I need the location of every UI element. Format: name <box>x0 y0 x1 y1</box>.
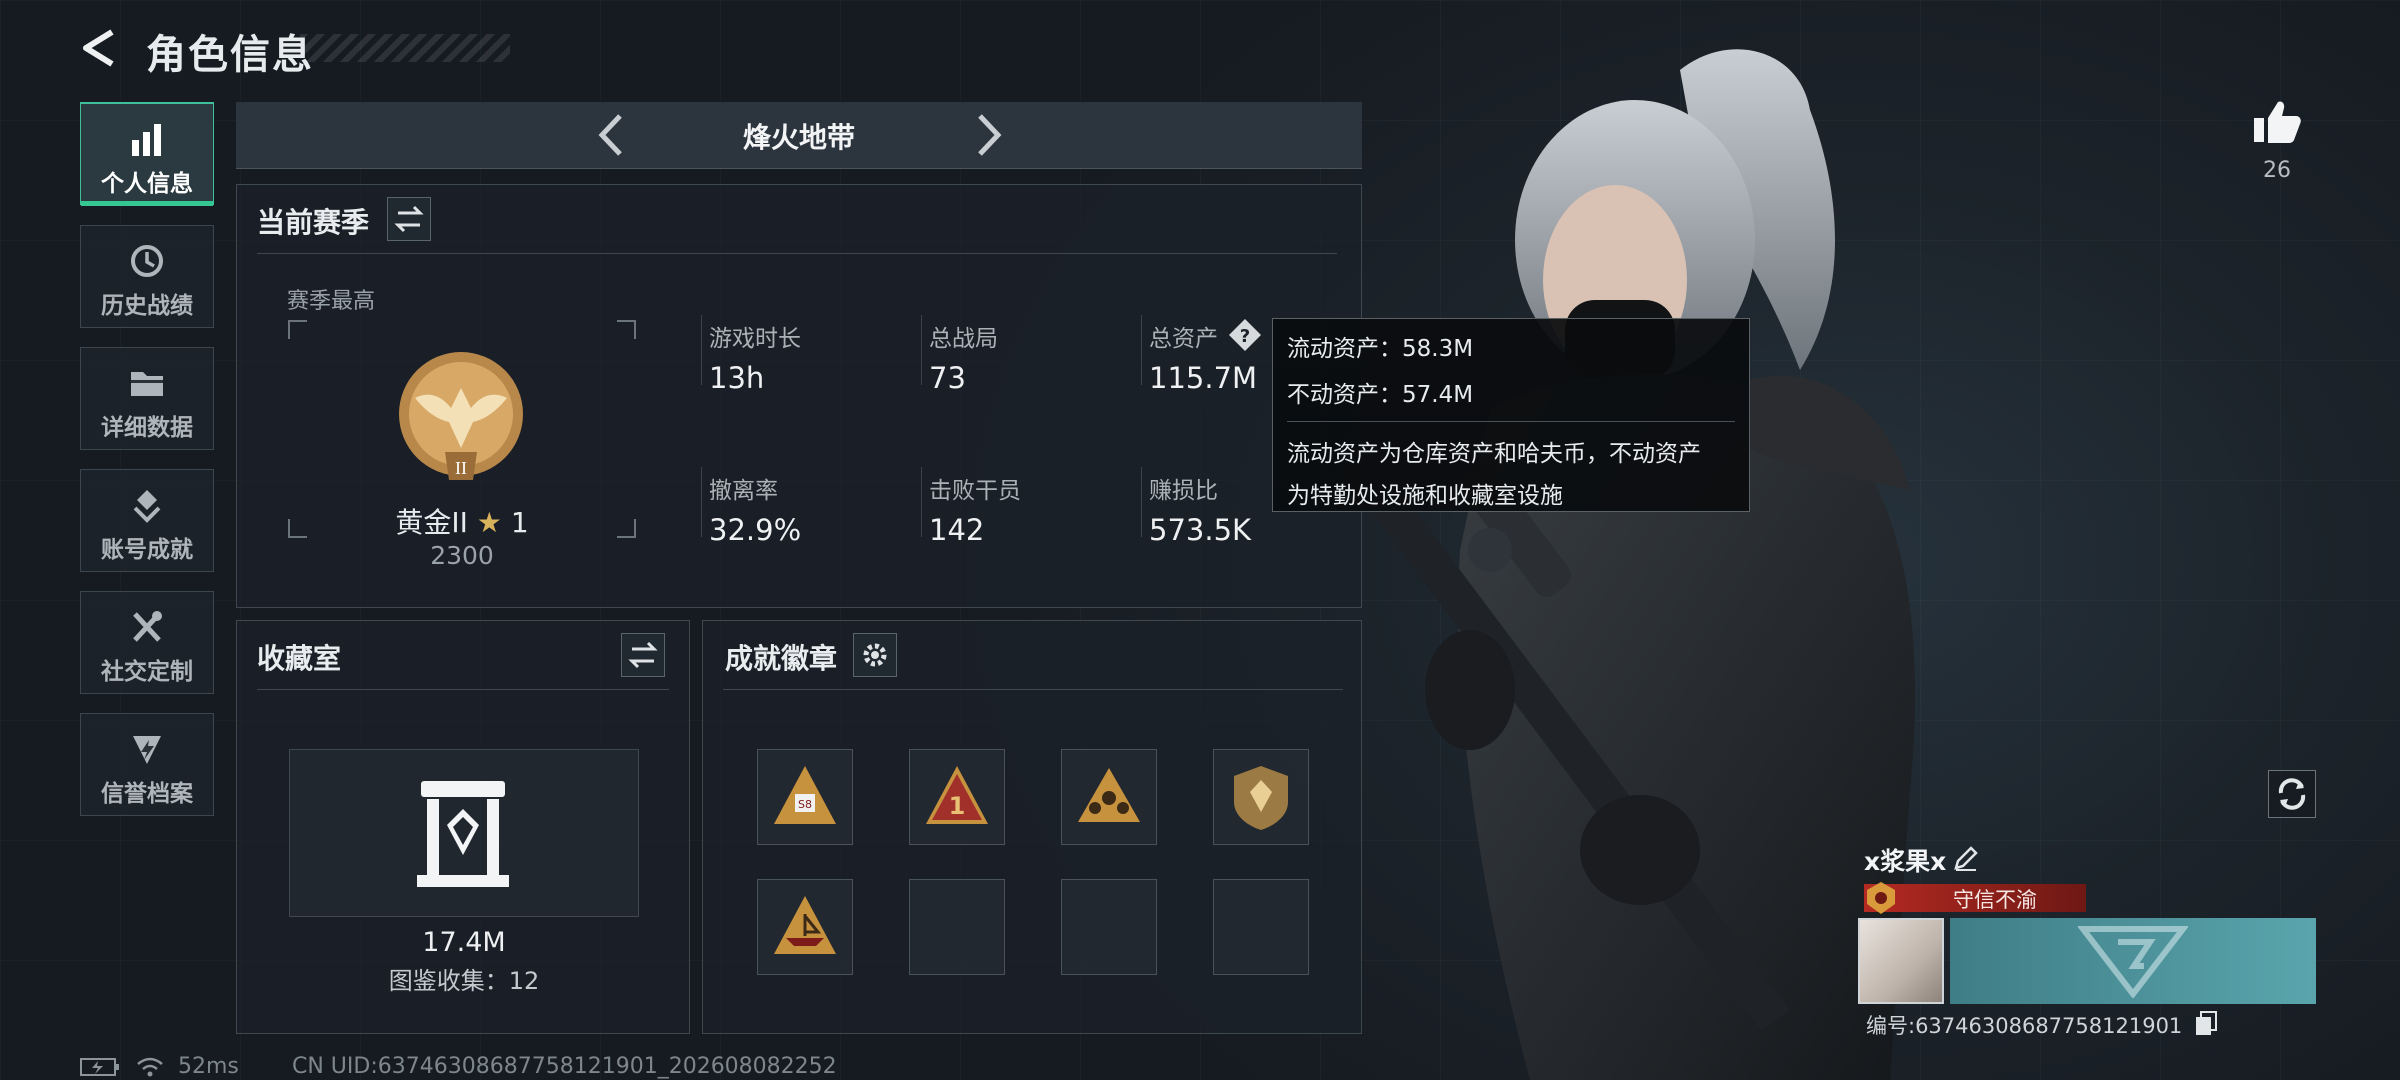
achievement-badge-empty[interactable] <box>1061 879 1157 975</box>
uid-text: CN UID:6374630868775812190​1_20260808225… <box>292 1054 837 1079</box>
refresh-button[interactable] <box>2268 770 2316 818</box>
history-clock-icon <box>131 245 163 277</box>
thumbs-up-icon[interactable] <box>2252 98 2302 146</box>
gold-rank-medal-icon: II <box>399 352 523 480</box>
badge-rank1-icon: 1 <box>926 766 988 824</box>
display-case-icon <box>417 781 509 887</box>
sidebar-item-label: 详细数据 <box>101 415 193 441</box>
tools-icon <box>133 611 162 642</box>
achievements-settings-button[interactable] <box>853 633 897 677</box>
badge-squad-icon <box>1078 768 1140 822</box>
svg-text:1: 1 <box>949 792 966 820</box>
collection-title: 收藏室 <box>257 642 342 675</box>
sidebar-item-achievements[interactable]: 账号成就 <box>80 469 214 572</box>
tooltip-fixed-assets: 不动资产：57.4M <box>1287 382 1474 408</box>
badge-shield-icon <box>1234 766 1288 830</box>
stat-value-matches: 73 <box>929 361 966 395</box>
game-mode-switcher: 烽火地带 <box>236 102 1362 169</box>
collection-value: 17.4M <box>422 927 506 958</box>
gear-icon <box>863 643 887 667</box>
avatar[interactable] <box>1858 918 1944 1004</box>
back-arrow-icon[interactable] <box>78 26 122 70</box>
title-tag-text: 守信不渝 <box>1953 888 2037 912</box>
star-icon: ★ <box>476 506 502 539</box>
chevron-right-icon[interactable] <box>964 110 1012 160</box>
wifi-icon <box>137 1057 163 1077</box>
help-question-icon[interactable]: ? <box>1227 317 1263 353</box>
achievements-title: 成就徽章 <box>725 642 838 675</box>
stat-value-extract-rate: 32.9% <box>709 513 802 547</box>
tooltip-description-line2: 为特勤处设施和收藏室设施 <box>1287 483 1563 509</box>
stat-value-total-assets: 115.7M <box>1149 361 1258 395</box>
rank-points: 2300 <box>430 541 494 570</box>
likes-count: 26 <box>2263 158 2291 183</box>
achievement-badge[interactable] <box>1061 749 1157 845</box>
achievement-badge[interactable]: S8 <box>757 749 853 845</box>
player-id: 编号:6374630868775812190​1 <box>1866 1014 2183 1038</box>
collection-panel[interactable]: 收藏室 17.4M 图鉴收集：12 <box>236 620 690 1034</box>
assets-tooltip: 流动资产：58.3M 不动资产：57.4M 流动资产为仓库资产和哈夫币，不动资产… <box>1272 318 1750 512</box>
swap-icon <box>628 641 658 669</box>
battery-icon <box>80 1058 119 1076</box>
achievement-icon <box>133 490 161 523</box>
stat-label-kills: 击败干员 <box>929 478 1021 504</box>
sidebar-item-history[interactable]: 历史战绩 <box>80 225 214 328</box>
sidebar-item-detail-data[interactable]: 详细数据 <box>80 347 214 450</box>
title-hatch-decoration <box>300 34 510 62</box>
swap-icon <box>394 205 424 233</box>
season-switch-button[interactable] <box>387 197 431 241</box>
stat-label-total-assets: 总资产 <box>1149 326 1218 352</box>
achievement-badge-empty[interactable] <box>1213 879 1309 975</box>
achievement-badge-empty[interactable] <box>909 879 1005 975</box>
svg-text:S8: S8 <box>798 798 812 811</box>
collection-count: 图鉴收集：12 <box>388 967 540 995</box>
badge-ship-icon <box>774 896 836 954</box>
edit-pencil-icon[interactable] <box>1952 844 1980 872</box>
stat-value-playtime: 13h <box>709 361 765 395</box>
rank-name: 黄金II <box>395 506 468 539</box>
season-best-label: 赛季最高 <box>287 289 376 314</box>
tooltip-description-line1: 流动资产为仓库资产和哈夫币，不动资产 <box>1287 441 1701 467</box>
sidebar-item-credit[interactable]: 信誉档案 <box>80 713 214 816</box>
sidebar-item-label: 历史战绩 <box>101 293 193 319</box>
achievement-badges-panel: 成就徽章 S8 1 <box>702 620 1362 1034</box>
sidebar-item-social[interactable]: 社交定制 <box>80 591 214 694</box>
delta-logo-icon <box>2078 926 2188 998</box>
rank-stars: 1 <box>510 506 529 539</box>
sidebar-item-label: 社交定制 <box>101 659 193 685</box>
stat-label-matches: 总战局 <box>929 326 998 352</box>
sidebar-item-personal-info[interactable]: 个人信息 <box>80 102 214 206</box>
page-title: 角色信息 <box>146 32 314 78</box>
svg-text:II: II <box>455 458 467 478</box>
refresh-icon <box>2278 778 2306 810</box>
achievement-badge[interactable] <box>757 879 853 975</box>
achievement-badge[interactable] <box>1213 749 1309 845</box>
badge-s8-icon: S8 <box>774 766 836 824</box>
collection-switch-button[interactable] <box>621 633 665 677</box>
folder-icon <box>131 372 163 396</box>
current-season-panel: 当前赛季 赛季最高 II 黄金II ★ 1 2300 游戏时长 13h 总战局 … <box>236 184 1362 608</box>
credit-shield-icon <box>133 736 161 764</box>
stat-value-kills: 142 <box>929 513 985 547</box>
copy-icon[interactable] <box>2194 1010 2218 1036</box>
title-emblem-icon <box>1867 882 1895 914</box>
stat-label-profit-ratio: 赚损比 <box>1149 478 1218 504</box>
player-name: x浆果x <box>1864 847 1947 876</box>
svg-text:?: ? <box>1240 326 1250 347</box>
stat-label-extract-rate: 撤离率 <box>709 478 778 504</box>
title-tag: 守信不渝 <box>1864 882 2086 914</box>
stat-label-playtime: 游戏时长 <box>709 326 801 352</box>
ping-value: 52ms <box>178 1054 239 1079</box>
sidebar-item-label: 个人信息 <box>101 171 193 197</box>
stat-value-profit-ratio: 573.5K <box>1149 513 1252 547</box>
player-card-banner[interactable] <box>1950 918 2316 1004</box>
sidebar-item-label: 账号成就 <box>101 537 193 563</box>
season-title: 当前赛季 <box>257 206 370 239</box>
rank-name-row: 黄金II ★ 1 <box>237 501 687 541</box>
bar-chart-icon <box>132 124 161 156</box>
game-mode-title: 烽火地带 <box>742 121 855 154</box>
sidebar-item-label: 信誉档案 <box>101 781 193 807</box>
achievement-badge[interactable]: 1 <box>909 749 1005 845</box>
tooltip-liquid-assets: 流动资产：58.3M <box>1287 336 1474 362</box>
